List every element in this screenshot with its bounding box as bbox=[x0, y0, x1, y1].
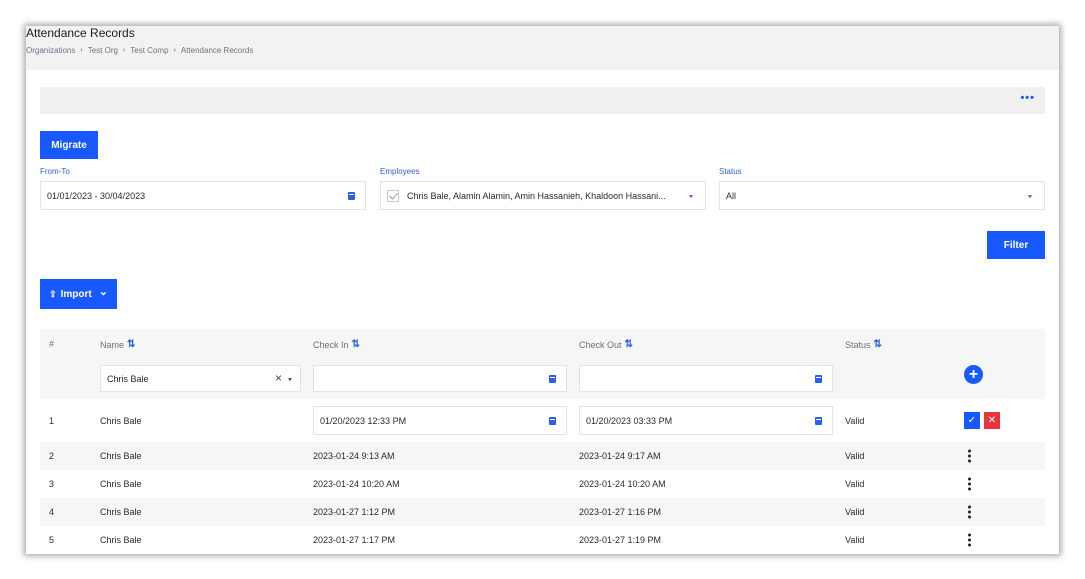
row-status: Valid bbox=[845, 507, 865, 517]
import-button[interactable]: ⇪ Import ⌄ bbox=[40, 279, 117, 309]
calendar-icon[interactable] bbox=[815, 374, 822, 383]
row-name: Chris Bale bbox=[100, 451, 142, 461]
close-icon[interactable]: × bbox=[275, 372, 282, 384]
check-out-input[interactable]: 01/20/2023 03:33 PM bbox=[579, 406, 833, 435]
calendar-icon[interactable] bbox=[549, 416, 556, 425]
row-status: Valid bbox=[845, 451, 865, 461]
column-header-name-label: Name bbox=[100, 339, 125, 350]
row-index: 3 bbox=[49, 479, 55, 489]
more-vertical-icon[interactable] bbox=[968, 449, 971, 463]
breadcrumb-item-attendance-records: Attendance Records bbox=[180, 46, 254, 55]
save-row-button[interactable]: ✓ bbox=[964, 412, 980, 429]
toolbar: ••• bbox=[40, 87, 1045, 114]
status-label: Status bbox=[719, 167, 742, 176]
chevron-right-icon: › bbox=[80, 47, 83, 54]
chevron-down-icon[interactable] bbox=[1028, 194, 1032, 198]
row-check-in: 2023-01-27 1:17 PM bbox=[313, 535, 396, 545]
more-vertical-icon[interactable] bbox=[968, 533, 971, 547]
table-header: # Name ⇅ Check In ⇅ Check Out ⇅ Status ⇅ bbox=[40, 329, 1045, 358]
breadcrumb-item-test-comp[interactable]: Test Comp bbox=[130, 46, 168, 55]
column-header-check-out-label: Check Out bbox=[579, 339, 622, 350]
row-check-out: 2023-01-24 9:17 AM bbox=[579, 451, 661, 461]
check-out-input-value: 01/20/2023 03:33 PM bbox=[586, 415, 673, 426]
name-filter-select[interactable]: Chris Bale × bbox=[100, 365, 301, 392]
row-check-out: 2023-01-24 10:20 AM bbox=[579, 479, 666, 489]
status-select[interactable]: All bbox=[719, 181, 1045, 210]
row-name: Chris Bale bbox=[100, 415, 142, 426]
row-check-out: 2023-01-27 1:16 PM bbox=[579, 507, 662, 517]
status-value: All bbox=[726, 190, 737, 201]
sort-icon[interactable]: ⇅ bbox=[625, 339, 634, 350]
row-status: Valid bbox=[845, 479, 865, 489]
sort-icon[interactable]: ⇅ bbox=[352, 339, 361, 350]
check-in-input[interactable]: 01/20/2023 12:33 PM bbox=[313, 406, 567, 435]
calendar-icon[interactable] bbox=[549, 374, 556, 383]
row-status: Valid bbox=[845, 535, 865, 545]
calendar-icon[interactable] bbox=[815, 416, 822, 425]
chevron-right-icon: › bbox=[173, 47, 176, 54]
page-header: Attendance Records Organizations › Test … bbox=[26, 26, 1059, 70]
chevron-down-icon[interactable] bbox=[288, 377, 292, 381]
import-label: Import bbox=[60, 288, 92, 300]
date-range-input[interactable]: 01/01/2023 - 30/04/2023 bbox=[40, 181, 366, 210]
column-header-check-out[interactable]: Check Out ⇅ bbox=[579, 339, 634, 350]
sort-icon[interactable]: ⇅ bbox=[127, 339, 136, 350]
check-in-filter-input[interactable] bbox=[313, 365, 567, 392]
from-to-label: From-To bbox=[40, 167, 70, 176]
calendar-icon[interactable] bbox=[348, 191, 355, 200]
name-filter-value: Chris Bale bbox=[107, 373, 149, 384]
filter-row: Chris Bale × + bbox=[40, 358, 1045, 399]
chevron-right-icon: › bbox=[122, 47, 126, 54]
more-vertical-icon[interactable] bbox=[968, 477, 971, 491]
table-row-editing: 1 Chris Bale 01/20/2023 12:33 PM 01/20/2… bbox=[40, 399, 1045, 442]
row-index: 1 bbox=[49, 415, 55, 426]
breadcrumb-item-organizations[interactable]: Organizations bbox=[26, 46, 75, 55]
row-index: 4 bbox=[49, 507, 55, 517]
check-in-input-value: 01/20/2023 12:33 PM bbox=[320, 415, 407, 426]
row-index: 5 bbox=[49, 535, 55, 545]
employees-label: Employees bbox=[380, 167, 420, 176]
add-record-button[interactable]: + bbox=[964, 365, 983, 384]
column-header-status[interactable]: Status ⇅ bbox=[845, 339, 883, 350]
row-status: Valid bbox=[845, 415, 865, 426]
check-out-filter-input[interactable] bbox=[579, 365, 833, 392]
column-header-index: # bbox=[49, 339, 54, 349]
row-check-in: 2023-01-24 10:20 AM bbox=[313, 479, 400, 489]
column-header-name[interactable]: Name ⇅ bbox=[100, 339, 136, 350]
more-vertical-icon[interactable] bbox=[968, 505, 971, 519]
employees-select[interactable]: Chris Bale, Alamin Alamin, Amin Hassanie… bbox=[380, 181, 706, 210]
row-index: 2 bbox=[49, 451, 55, 461]
column-header-index-label: # bbox=[49, 339, 55, 349]
column-header-status-label: Status bbox=[845, 339, 871, 350]
chevron-down-icon[interactable] bbox=[689, 194, 693, 198]
table-row: 2 Chris Bale 2023-01-24 9:13 AM 2023-01-… bbox=[40, 442, 1045, 470]
filter-button[interactable]: Filter bbox=[987, 231, 1045, 259]
page-title: Attendance Records bbox=[26, 26, 135, 40]
more-horizontal-icon[interactable]: ••• bbox=[1020, 93, 1035, 104]
table-row: 4 Chris Bale 2023-01-27 1:12 PM 2023-01-… bbox=[40, 498, 1045, 526]
breadcrumb: Organizations › Test Org › Test Comp › A… bbox=[26, 46, 253, 55]
app-window: Attendance Records Organizations › Test … bbox=[26, 26, 1059, 554]
attendance-table: # Name ⇅ Check In ⇅ Check Out ⇅ Status ⇅… bbox=[40, 329, 1045, 554]
sort-icon[interactable]: ⇅ bbox=[874, 339, 883, 350]
cancel-row-button[interactable]: ✕ bbox=[984, 412, 1000, 429]
table-row: 3 Chris Bale 2023-01-24 10:20 AM 2023-01… bbox=[40, 470, 1045, 498]
select-all-checkbox[interactable] bbox=[387, 189, 399, 202]
chevron-down-icon: ⌄ bbox=[98, 286, 108, 298]
breadcrumb-item-test-org[interactable]: Test Org bbox=[88, 46, 118, 55]
row-check-out: 2023-01-27 1:19 PM bbox=[579, 535, 662, 545]
table-row: 5 Chris Bale 2023-01-27 1:17 PM 2023-01-… bbox=[40, 526, 1045, 554]
row-name: Chris Bale bbox=[100, 507, 142, 517]
upload-icon: ⇪ bbox=[49, 288, 57, 299]
column-header-check-in[interactable]: Check In ⇅ bbox=[313, 339, 361, 350]
employees-value: Chris Bale, Alamin Alamin, Amin Hassanie… bbox=[407, 190, 666, 201]
row-check-in: 2023-01-24 9:13 AM bbox=[313, 451, 395, 461]
column-header-check-in-label: Check In bbox=[313, 339, 349, 350]
migrate-button[interactable]: Migrate bbox=[40, 131, 98, 159]
date-range-value: 01/01/2023 - 30/04/2023 bbox=[47, 190, 146, 201]
row-check-in: 2023-01-27 1:12 PM bbox=[313, 507, 396, 517]
row-name: Chris Bale bbox=[100, 479, 142, 489]
row-name: Chris Bale bbox=[100, 535, 142, 545]
